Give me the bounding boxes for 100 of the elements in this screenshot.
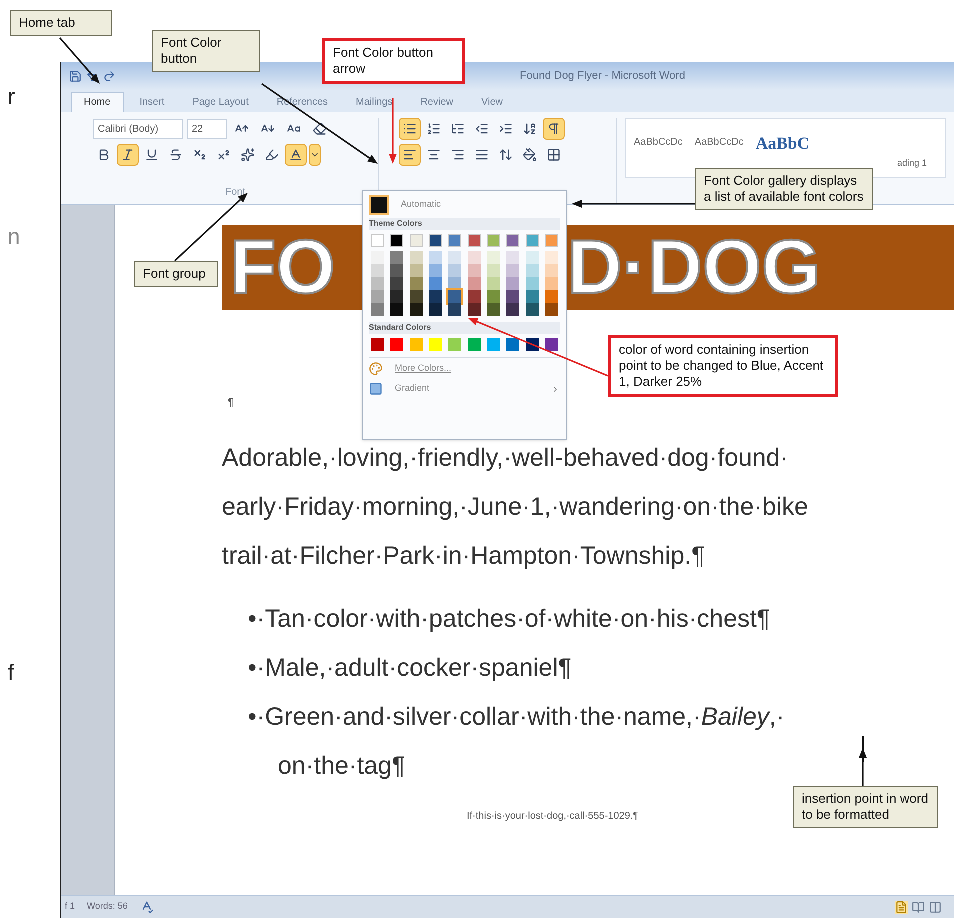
reading-view-icon[interactable] [912, 900, 925, 914]
web-layout-icon[interactable] [929, 900, 942, 914]
style-sample[interactable]: AaBbCcDc [634, 135, 683, 150]
align-left-button[interactable] [399, 144, 421, 166]
color-swatch[interactable] [526, 277, 539, 290]
color-swatch[interactable] [486, 338, 500, 351]
color-swatch[interactable] [448, 251, 462, 264]
color-swatch[interactable] [486, 234, 500, 247]
italic-button[interactable] [117, 144, 139, 166]
color-swatch[interactable] [390, 303, 404, 316]
automatic-option[interactable]: Automatic [401, 198, 442, 212]
color-swatch[interactable] [468, 303, 481, 316]
color-swatch[interactable] [486, 264, 500, 277]
bold-icon [97, 148, 111, 162]
paint-bucket-icon [523, 148, 537, 162]
color-swatch[interactable] [468, 251, 481, 264]
color-swatch[interactable] [544, 338, 558, 351]
color-swatch[interactable] [371, 264, 384, 277]
color-swatch[interactable] [371, 303, 384, 316]
color-swatch[interactable] [428, 303, 442, 316]
color-swatch[interactable] [428, 234, 442, 247]
more-colors-option[interactable]: More Colors... [395, 362, 452, 376]
ribbon-tab[interactable]: Review [408, 92, 466, 112]
color-swatch[interactable] [526, 290, 539, 303]
color-swatch[interactable] [544, 277, 558, 290]
ribbon-tab[interactable]: Insert [128, 92, 177, 112]
color-swatch[interactable] [544, 290, 558, 303]
margin-text: r [8, 84, 16, 110]
color-swatch[interactable] [390, 251, 404, 264]
color-swatch[interactable] [486, 251, 500, 264]
color-swatch[interactable] [390, 234, 404, 247]
color-swatch[interactable] [428, 251, 442, 264]
color-swatch[interactable] [448, 234, 462, 247]
color-swatch[interactable] [486, 290, 500, 303]
font-color-button[interactable] [285, 144, 307, 166]
color-swatch[interactable] [448, 290, 462, 303]
color-swatch[interactable] [448, 264, 462, 277]
color-swatch[interactable] [410, 277, 423, 290]
print-layout-icon[interactable] [895, 900, 908, 914]
color-swatch[interactable] [428, 290, 442, 303]
color-swatch[interactable] [506, 277, 520, 290]
ribbon-tab[interactable]: Page Layout [180, 92, 261, 112]
color-swatch[interactable] [526, 303, 539, 316]
font-size-field[interactable]: 22 [187, 119, 227, 139]
bullet-list-button[interactable] [399, 118, 421, 140]
color-swatch[interactable] [506, 303, 520, 316]
color-swatch[interactable] [506, 251, 520, 264]
color-swatch[interactable] [544, 303, 558, 316]
color-swatch[interactable] [526, 251, 539, 264]
font-name-field[interactable]: Calibri (Body) [93, 119, 183, 139]
color-swatch[interactable] [526, 234, 539, 247]
color-swatch[interactable] [544, 234, 558, 247]
color-swatch[interactable] [371, 234, 384, 247]
color-swatch[interactable] [468, 338, 481, 351]
style-sample[interactable]: AaBbC [756, 131, 810, 156]
bullet-text-line: •·Tan·color·with·patches·of·white·on·his·chest¶ [248, 604, 770, 634]
color-swatch[interactable] [410, 251, 423, 264]
color-swatch[interactable] [468, 277, 481, 290]
color-swatch[interactable] [371, 251, 384, 264]
style-sample[interactable]: AaBbCcDc [694, 135, 744, 150]
color-swatch[interactable] [371, 277, 384, 290]
ribbon-tab[interactable]: Home [71, 92, 124, 112]
color-swatch[interactable] [371, 290, 384, 303]
color-swatch[interactable] [506, 338, 520, 351]
color-swatch[interactable] [544, 251, 558, 264]
color-swatch[interactable] [448, 303, 462, 316]
color-swatch[interactable] [468, 264, 481, 277]
color-swatch[interactable] [410, 338, 423, 351]
color-swatch[interactable] [468, 234, 481, 247]
color-swatch[interactable] [390, 338, 404, 351]
color-swatch[interactable] [371, 338, 384, 351]
color-swatch[interactable] [390, 264, 404, 277]
gradient-option[interactable]: Gradient [395, 382, 430, 396]
pilcrow-button[interactable] [543, 118, 565, 140]
color-swatch[interactable] [410, 290, 423, 303]
caret-button[interactable] [309, 144, 321, 166]
automatic-swatch[interactable] [369, 195, 389, 215]
redo-icon[interactable] [103, 70, 116, 82]
ribbon-tab[interactable]: View [470, 92, 515, 112]
save-icon[interactable] [69, 70, 82, 82]
color-swatch[interactable] [410, 303, 423, 316]
color-swatch[interactable] [410, 234, 423, 247]
color-swatch[interactable] [390, 277, 404, 290]
color-swatch[interactable] [390, 290, 404, 303]
color-swatch[interactable] [468, 290, 481, 303]
color-swatch[interactable] [428, 264, 442, 277]
color-swatch[interactable] [486, 303, 500, 316]
color-swatch[interactable] [506, 264, 520, 277]
color-swatch[interactable] [526, 264, 539, 277]
footer-text: If·this·is·your·lost·dog,·call·555-1029.¶ [467, 810, 639, 824]
color-swatch[interactable] [506, 234, 520, 247]
color-swatch[interactable] [506, 290, 520, 303]
callout-box: Font Color button arrow [322, 38, 465, 84]
color-swatch[interactable] [428, 338, 442, 351]
color-swatch[interactable] [544, 264, 558, 277]
color-swatch[interactable] [428, 277, 442, 290]
color-swatch[interactable] [486, 277, 500, 290]
color-swatch[interactable] [410, 264, 423, 277]
color-swatch[interactable] [448, 338, 462, 351]
body-text-line: Adorable,·loving,·friendly,·well-behaved·dog·found· [222, 442, 789, 474]
